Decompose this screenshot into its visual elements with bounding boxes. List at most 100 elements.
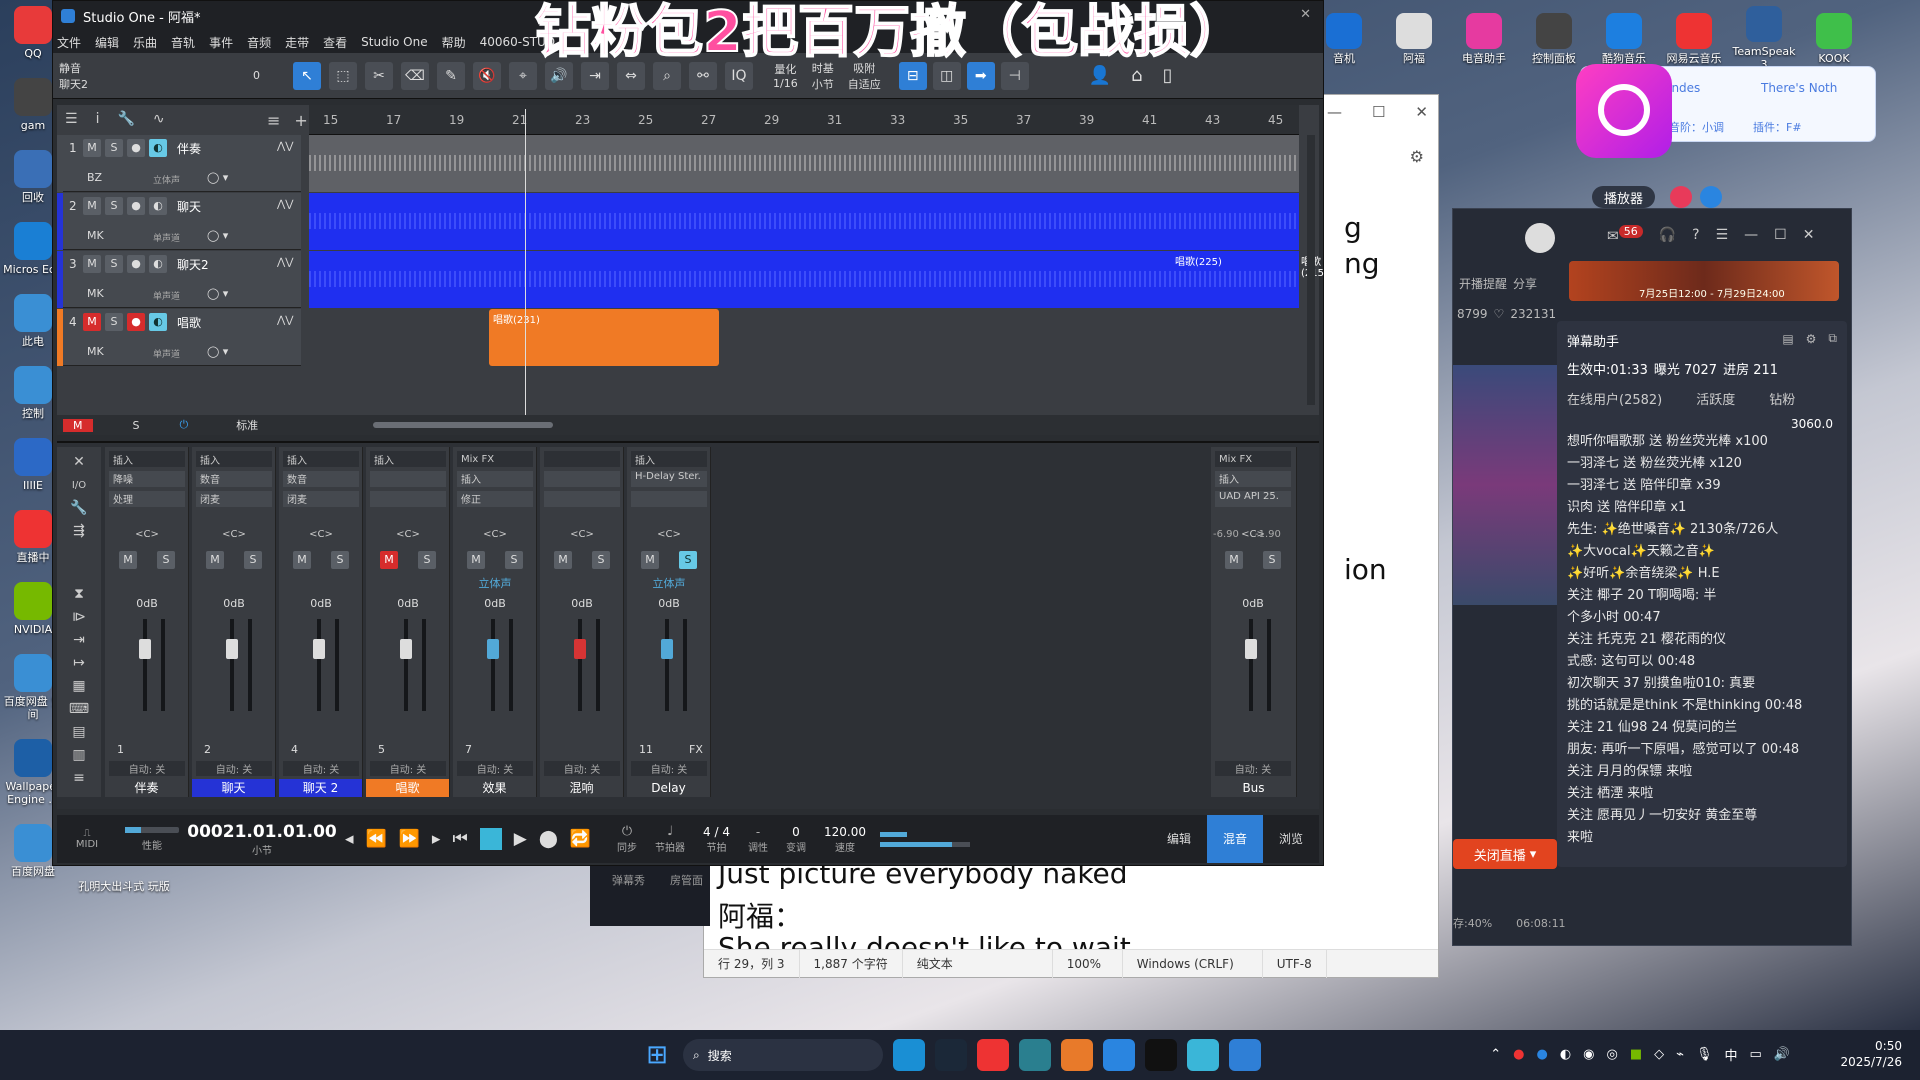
taskbar-clock[interactable]: 0:50 2025/7/26 [1840, 1038, 1902, 1070]
channel-name[interactable]: Bus [1211, 779, 1296, 797]
mute-button[interactable]: M [83, 139, 101, 157]
info-icon[interactable]: i [96, 111, 100, 127]
record-arm-button[interactable]: ● [127, 255, 145, 273]
loop-start-icon[interactable]: ⏮ [452, 829, 467, 849]
tray-steam-icon[interactable]: ◎ [1607, 1047, 1618, 1062]
track-lane[interactable] [309, 251, 1299, 308]
monitor-button[interactable]: ◐ [149, 197, 167, 215]
solo-button[interactable]: S [105, 197, 123, 215]
volume-fader[interactable] [1245, 639, 1257, 659]
tab-mix[interactable]: 混音 [1207, 815, 1263, 863]
toggle-icon[interactable]: ◯ ▾ [207, 287, 228, 300]
solo-button[interactable]: S [679, 551, 697, 569]
transpose-field[interactable]: 0 变调 [786, 825, 806, 854]
insert-fx[interactable] [544, 471, 620, 487]
volume-fader[interactable] [574, 639, 586, 659]
desktop-icon[interactable]: TeamSpeak 3 [1730, 6, 1798, 71]
insert-slot[interactable]: 插入 [631, 451, 707, 467]
insert-fx[interactable] [370, 491, 446, 507]
volume-fader[interactable] [226, 639, 238, 659]
mute-button[interactable]: M [119, 551, 137, 569]
tray-display-icon[interactable]: ▭ [1750, 1047, 1762, 1062]
monitor-button[interactable]: ◐ [149, 139, 167, 157]
pan-knob[interactable]: <C> [105, 529, 189, 540]
desktop-icon[interactable]: 阿福 [1380, 12, 1448, 65]
chevron-up-icon[interactable]: ⌃ [1490, 1047, 1501, 1062]
routing-icon[interactable]: ⇶ [57, 520, 101, 543]
desktop-icon[interactable]: KOOK [1800, 12, 1868, 65]
menu-icon[interactable]: ≡ [267, 111, 280, 130]
close-icon[interactable]: ✕ [1803, 227, 1815, 243]
menu-item[interactable]: 帮助 [442, 34, 466, 51]
list-icon[interactable]: ☰ [65, 111, 78, 127]
insert-slot[interactable]: Mix FX [1215, 451, 1291, 467]
pan-knob[interactable]: <C> [453, 529, 537, 540]
track-lane[interactable] [309, 193, 1299, 250]
netease-small-icon[interactable] [1670, 186, 1692, 208]
insert-fx[interactable]: 闭麦 [196, 491, 272, 507]
mute-tool-icon[interactable]: 🔇 [473, 61, 501, 90]
midi-monitor[interactable]: ⎍ MIDI [57, 828, 117, 850]
desktop-icon[interactable]: 网易云音乐 [1660, 12, 1728, 65]
close-icon[interactable]: ✕ [1415, 103, 1428, 121]
volume-fader[interactable] [661, 639, 673, 659]
menu-item[interactable]: 事件 [209, 34, 233, 51]
insert-fx[interactable]: 插入 [1215, 471, 1291, 487]
solo-button[interactable]: S [157, 551, 175, 569]
automation-mode[interactable]: 自动: 关 [196, 761, 272, 776]
tab-edit[interactable]: 编辑 [1151, 815, 1207, 863]
track-header[interactable]: 3 M S ● ◐ 聊天2 ⋀⋁ MK 单声道 ◯ ▾ [57, 251, 301, 308]
forward-end-icon[interactable]: ▸ [432, 829, 441, 849]
player-button[interactable]: 播放器 [1592, 186, 1656, 208]
vertical-scrollbar[interactable] [1307, 135, 1315, 405]
popout-icon[interactable]: ⧉ [1828, 331, 1837, 346]
desktop-icon[interactable]: 电音助手 [1450, 12, 1518, 65]
kugou-icon[interactable] [1103, 1039, 1135, 1071]
channel-name[interactable]: 唱歌 [366, 779, 449, 797]
insert-slot[interactable]: 插入 [370, 451, 446, 467]
track-header[interactable]: 4 M S ● ◐ 唱歌 ⋀⋁ MK 单声道 ◯ ▾ [57, 309, 301, 366]
bend-tool-icon[interactable]: ⌖ [509, 61, 537, 90]
record-arm-button[interactable]: ● [127, 313, 145, 331]
qq-icon[interactable] [1145, 1039, 1177, 1071]
track-lane[interactable] [309, 309, 1299, 366]
channel-name[interactable]: 效果 [453, 779, 536, 797]
pan-knob[interactable]: <C> [627, 529, 711, 540]
mute-button[interactable]: M [467, 551, 485, 569]
desktop-icon-game[interactable]: 孔明大出斗式 玩版 [74, 880, 174, 893]
draw-tool-icon[interactable]: ✎ [437, 61, 465, 90]
channel-mode[interactable]: 立体声 [453, 575, 537, 591]
desktop-icon[interactable]: 控制面板 [1520, 12, 1588, 65]
solo-button[interactable]: S [244, 551, 262, 569]
channel-name[interactable]: 聊天 [192, 779, 275, 797]
volume-fader[interactable] [139, 639, 151, 659]
monitor-button[interactable]: ◐ [149, 313, 167, 331]
rewind-icon[interactable]: ⏪ [366, 829, 387, 849]
tray-app-icon[interactable]: ◐ [1560, 1047, 1571, 1062]
eraser-tool-icon[interactable]: ⌫ [401, 61, 429, 90]
tray-app-icon[interactable]: ◇ [1654, 1047, 1664, 1062]
settings-icon[interactable]: ⚙ [1806, 332, 1817, 346]
insert-fx[interactable]: 闭麦 [283, 491, 359, 507]
wrench-icon[interactable]: 🔧 [117, 111, 134, 127]
audio-clip[interactable]: 唱歌(231) [489, 309, 719, 366]
menu-item[interactable]: 音频 [247, 34, 271, 51]
list-icon[interactable]: ≡ [57, 767, 101, 790]
automation-mode[interactable]: 自动: 关 [544, 761, 620, 776]
automation-mode[interactable]: 自动: 关 [109, 761, 185, 776]
automation-mode[interactable]: 自动: 关 [370, 761, 446, 776]
menu-item[interactable]: 编辑 [95, 34, 119, 51]
insert-slot[interactable]: 插入 [109, 451, 185, 467]
solo-button[interactable]: S [418, 551, 436, 569]
channel-name[interactable]: 伴奏 [105, 779, 188, 797]
insert-fx[interactable]: 数音 [283, 471, 359, 487]
mute-button[interactable]: M [554, 551, 572, 569]
loop-icon[interactable]: 🔁 [570, 829, 591, 849]
track-name[interactable]: 聊天2 [177, 256, 209, 273]
insert-slot[interactable]: 插入 [283, 451, 359, 467]
insert-fx[interactable] [631, 491, 707, 507]
insert-fx[interactable]: 降噪 [109, 471, 185, 487]
insert-fx[interactable]: 数音 [196, 471, 272, 487]
solo-button[interactable]: S [331, 551, 349, 569]
monitor-button[interactable]: ◐ [149, 255, 167, 273]
